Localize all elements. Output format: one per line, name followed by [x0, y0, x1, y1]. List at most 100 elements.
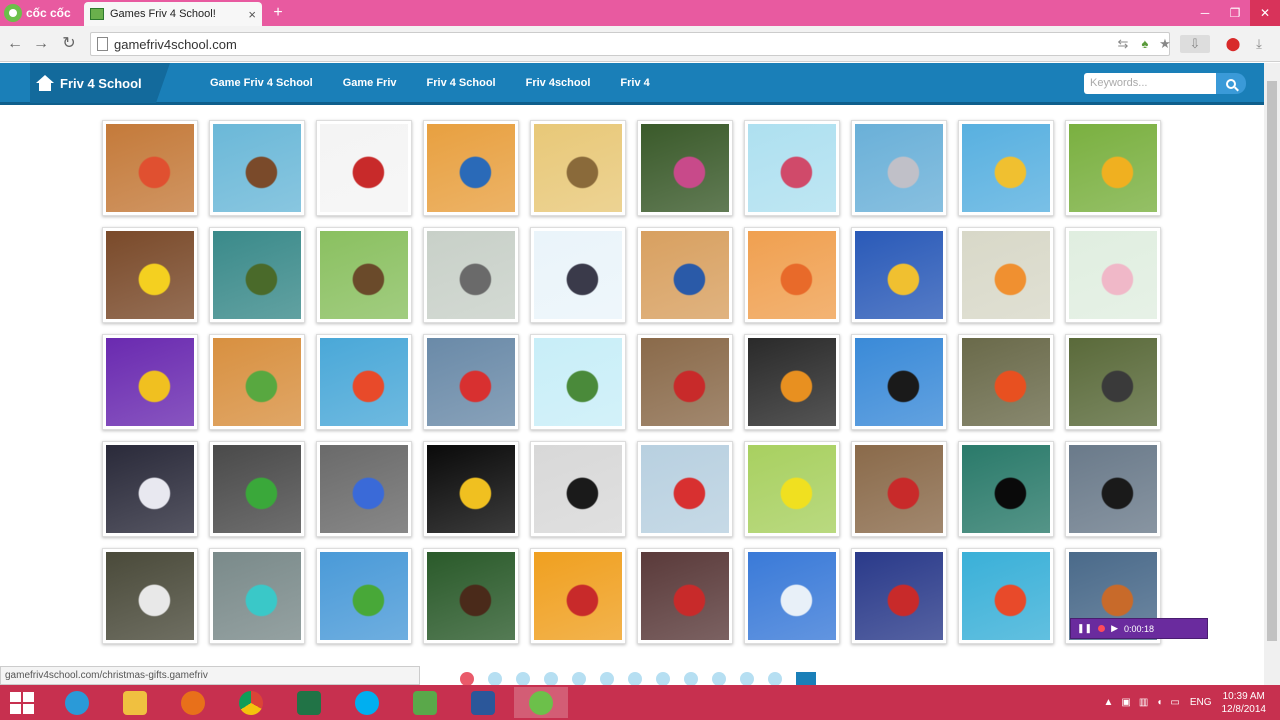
page-dot[interactable]	[768, 672, 782, 686]
translate-icon[interactable]: ⇆	[1114, 35, 1132, 53]
adblock-icon[interactable]: ⬤	[1224, 35, 1242, 53]
page-dot[interactable]	[572, 672, 586, 686]
game-thumbnail[interactable]	[102, 227, 198, 323]
game-thumbnail[interactable]	[530, 441, 626, 537]
search-button[interactable]	[1216, 73, 1246, 94]
page-dot[interactable]	[460, 672, 474, 686]
game-thumbnail[interactable]	[637, 334, 733, 430]
action-center-icon[interactable]: ▭	[1170, 697, 1179, 708]
game-thumbnail[interactable]	[958, 548, 1054, 644]
download-icon[interactable]: ⇩	[1180, 35, 1210, 53]
game-thumbnail[interactable]	[316, 227, 412, 323]
game-thumbnail[interactable]	[423, 227, 519, 323]
game-thumbnail[interactable]	[423, 120, 519, 216]
game-thumbnail[interactable]	[1065, 441, 1161, 537]
network-icon[interactable]: ▥	[1139, 697, 1148, 708]
page-dot[interactable]	[488, 672, 502, 686]
game-thumbnail[interactable]	[423, 548, 519, 644]
taskbar-skype[interactable]	[340, 687, 394, 718]
browser-brand[interactable]: cốc cốc	[0, 0, 82, 26]
game-thumbnail[interactable]	[1065, 120, 1161, 216]
game-thumbnail[interactable]	[102, 334, 198, 430]
record-icon[interactable]	[1098, 625, 1106, 632]
minimize-button[interactable]: ─	[1190, 0, 1220, 26]
game-thumbnail[interactable]	[209, 334, 305, 430]
page-dot[interactable]	[656, 672, 670, 686]
page-dot[interactable]	[516, 672, 530, 686]
page-dot[interactable]	[740, 672, 754, 686]
taskbar-coccoc[interactable]	[514, 687, 568, 718]
next-page-button[interactable]	[796, 672, 816, 686]
game-thumbnail[interactable]	[744, 120, 840, 216]
play-icon[interactable]: ▶	[1111, 623, 1118, 634]
taskbar-explorer[interactable]	[108, 687, 162, 718]
game-thumbnail[interactable]	[530, 548, 626, 644]
game-thumbnail[interactable]	[851, 120, 947, 216]
game-thumbnail[interactable]	[851, 548, 947, 644]
page-dot[interactable]	[628, 672, 642, 686]
reload-button[interactable]: ↻	[60, 34, 78, 54]
game-thumbnail[interactable]	[851, 334, 947, 430]
game-thumbnail[interactable]	[423, 441, 519, 537]
new-tab-button[interactable]: +	[268, 4, 288, 22]
game-thumbnail[interactable]	[209, 227, 305, 323]
game-thumbnail[interactable]	[958, 334, 1054, 430]
game-thumbnail[interactable]	[530, 227, 626, 323]
scrollbar-thumb[interactable]	[1267, 81, 1277, 641]
taskbar-firefox[interactable]	[166, 687, 220, 718]
download-arrow-icon[interactable]: ⤓	[1250, 35, 1268, 53]
taskbar-chrome[interactable]	[224, 687, 278, 718]
game-thumbnail[interactable]	[1065, 227, 1161, 323]
taskbar-word[interactable]	[456, 687, 510, 718]
taskbar-ie[interactable]	[50, 687, 104, 718]
back-button[interactable]: ←	[6, 34, 24, 54]
game-thumbnail[interactable]	[209, 120, 305, 216]
page-dot[interactable]	[600, 672, 614, 686]
game-thumbnail[interactable]	[637, 227, 733, 323]
menu-item-friv-4-school[interactable]: Friv 4 School	[427, 77, 496, 89]
tray-arrow-icon[interactable]: ▲	[1104, 697, 1114, 708]
game-thumbnail[interactable]	[1065, 334, 1161, 430]
close-window-button[interactable]: ✕	[1250, 0, 1280, 26]
game-thumbnail[interactable]	[744, 548, 840, 644]
pause-icon[interactable]: ❚❚	[1077, 623, 1092, 634]
url-field[interactable]: gamefriv4school.com	[90, 32, 1170, 56]
forward-button[interactable]: →	[32, 34, 50, 54]
game-thumbnail[interactable]	[316, 120, 412, 216]
star-icon[interactable]: ★	[1156, 35, 1174, 53]
game-thumbnail[interactable]	[637, 548, 733, 644]
taskbar-excel[interactable]	[282, 687, 336, 718]
site-logo[interactable]: Friv 4 School	[30, 63, 170, 103]
search-input[interactable]: Keywords...	[1084, 73, 1216, 94]
game-thumbnail[interactable]	[851, 441, 947, 537]
menu-item-game-friv[interactable]: Game Friv	[343, 77, 397, 89]
language-indicator[interactable]: ENG	[1190, 697, 1212, 708]
tray-device-icon[interactable]: ▣	[1121, 697, 1130, 708]
game-thumbnail[interactable]	[102, 120, 198, 216]
page-scrollbar[interactable]	[1264, 63, 1280, 685]
game-thumbnail[interactable]	[744, 334, 840, 430]
close-tab-icon[interactable]: ×	[248, 7, 256, 22]
game-thumbnail[interactable]	[637, 120, 733, 216]
volume-icon[interactable]: ◖	[1156, 697, 1162, 708]
page-dot[interactable]	[712, 672, 726, 686]
game-thumbnail[interactable]	[316, 548, 412, 644]
game-thumbnail[interactable]	[209, 548, 305, 644]
leaf-icon[interactable]: ♠	[1136, 35, 1154, 53]
game-thumbnail[interactable]	[958, 120, 1054, 216]
game-thumbnail[interactable]	[744, 441, 840, 537]
game-thumbnail[interactable]	[316, 441, 412, 537]
page-dot[interactable]	[544, 672, 558, 686]
screen-recorder-widget[interactable]: ❚❚ ▶ 0:00:18	[1070, 618, 1208, 639]
game-thumbnail[interactable]	[958, 227, 1054, 323]
menu-item-game-friv-4-school[interactable]: Game Friv 4 School	[210, 77, 313, 89]
game-thumbnail[interactable]	[530, 334, 626, 430]
game-thumbnail[interactable]	[851, 227, 947, 323]
taskbar-photos[interactable]	[398, 687, 452, 718]
game-thumbnail[interactable]	[102, 548, 198, 644]
game-thumbnail[interactable]	[423, 334, 519, 430]
game-thumbnail[interactable]	[744, 227, 840, 323]
start-button[interactable]	[10, 692, 34, 714]
browser-tab[interactable]: Games Friv 4 School! ×	[84, 2, 262, 26]
game-thumbnail[interactable]	[102, 441, 198, 537]
